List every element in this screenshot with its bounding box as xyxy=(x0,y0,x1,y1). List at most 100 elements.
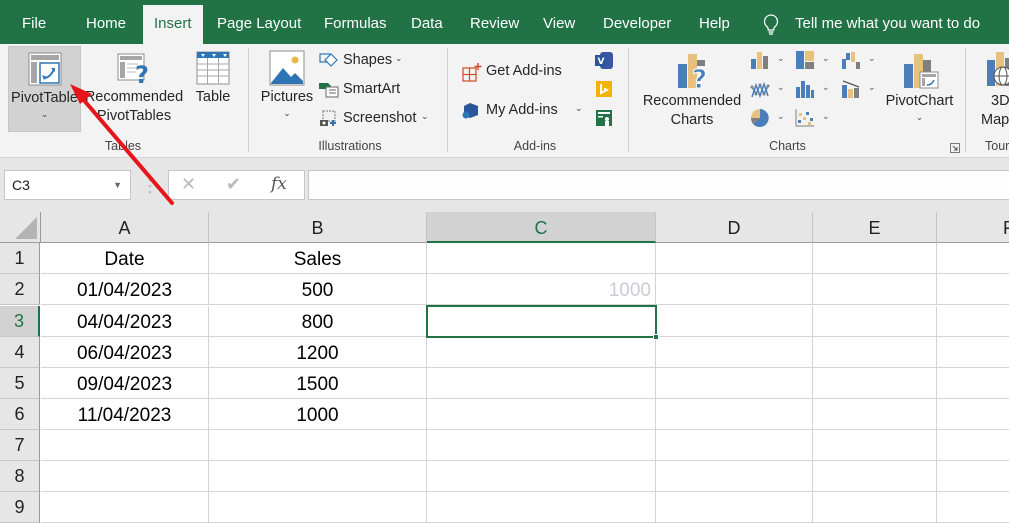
cell-c7[interactable] xyxy=(427,430,656,461)
cell-e2[interactable] xyxy=(813,274,937,305)
table-button[interactable]: Table xyxy=(190,50,236,107)
column-header-a[interactable]: A xyxy=(41,212,209,243)
cell-f2[interactable] xyxy=(937,274,1009,305)
cell-d7[interactable] xyxy=(656,430,813,461)
cell-d6[interactable] xyxy=(656,399,813,430)
statistic-chart-button[interactable]: ⌄ xyxy=(795,79,835,101)
name-box[interactable]: C3 ▼ xyxy=(4,170,131,200)
cell-d8[interactable] xyxy=(656,461,813,492)
cell-b9[interactable] xyxy=(209,492,427,523)
cell-c8[interactable] xyxy=(427,461,656,492)
cell-f5[interactable] xyxy=(937,368,1009,399)
row-header-6[interactable]: 6 xyxy=(0,399,40,430)
column-header-d[interactable]: D xyxy=(656,212,813,243)
tab-data[interactable]: Data xyxy=(401,5,453,44)
cell-f8[interactable] xyxy=(937,461,1009,492)
pivottable-button[interactable]: PivotTable ⌄ xyxy=(8,46,81,132)
column-header-b[interactable]: B xyxy=(209,212,427,243)
cell-f4[interactable] xyxy=(937,337,1009,368)
row-header-1[interactable]: 1 xyxy=(0,243,40,274)
cell-e1[interactable] xyxy=(813,243,937,274)
cell-f6[interactable] xyxy=(937,399,1009,430)
row-header-2[interactable]: 2 xyxy=(0,274,40,305)
cell-a6[interactable]: 11/04/2023 xyxy=(41,399,209,430)
cell-e7[interactable] xyxy=(813,430,937,461)
cell-d1[interactable] xyxy=(656,243,813,274)
cell-f7[interactable] xyxy=(937,430,1009,461)
cell-c9[interactable] xyxy=(427,492,656,523)
cell-b3[interactable]: 800 xyxy=(209,306,427,337)
drag-handle-icon[interactable] xyxy=(148,178,152,194)
cell-d3[interactable] xyxy=(656,306,813,337)
recommended-pivottables-button[interactable]: ? Recommended PivotTables xyxy=(84,50,184,126)
cell-e5[interactable] xyxy=(813,368,937,399)
dialog-launcher-icon[interactable] xyxy=(950,143,960,153)
cell-a8[interactable] xyxy=(41,461,209,492)
cell-e9[interactable] xyxy=(813,492,937,523)
3d-maps-button[interactable]: 3D Maps xyxy=(975,50,1009,130)
tab-formulas[interactable]: Formulas xyxy=(314,5,397,44)
column-header-c[interactable]: C xyxy=(427,212,656,243)
cell-d5[interactable] xyxy=(656,368,813,399)
column-chart-button[interactable]: ⌄ xyxy=(750,50,790,72)
recommended-charts-button[interactable]: ? Recommended Charts xyxy=(640,50,744,130)
cell-e6[interactable] xyxy=(813,399,937,430)
cell-a7[interactable] xyxy=(41,430,209,461)
cell-a3[interactable]: 04/04/2023 xyxy=(41,306,209,337)
tab-home[interactable]: Home xyxy=(76,5,136,44)
bing-maps-icon[interactable] xyxy=(596,81,612,97)
cell-b2[interactable]: 500 xyxy=(209,274,427,305)
pivotchart-button[interactable]: PivotChart ⌄ xyxy=(882,50,957,123)
tab-file[interactable]: File xyxy=(12,5,56,44)
cell-c1[interactable] xyxy=(427,243,656,274)
cell-e4[interactable] xyxy=(813,337,937,368)
people-graph-icon[interactable] xyxy=(596,110,612,126)
column-header-e[interactable]: E xyxy=(813,212,937,243)
cell-a9[interactable] xyxy=(41,492,209,523)
cell-d9[interactable] xyxy=(656,492,813,523)
cell-c6[interactable] xyxy=(427,399,656,430)
row-header-8[interactable]: 8 xyxy=(0,461,40,492)
cell-f9[interactable] xyxy=(937,492,1009,523)
cell-b7[interactable] xyxy=(209,430,427,461)
cell-f3[interactable] xyxy=(937,306,1009,337)
combo-chart-button[interactable]: ⌄ xyxy=(841,79,881,101)
cell-e3[interactable] xyxy=(813,306,937,337)
cell-a1[interactable]: Date xyxy=(41,243,209,274)
cell-b4[interactable]: 1200 xyxy=(209,337,427,368)
visio-icon[interactable]: V xyxy=(595,52,613,70)
tab-developer[interactable]: Developer xyxy=(593,5,681,44)
pictures-button[interactable]: Pictures ⌄ xyxy=(258,50,316,119)
insert-function-icon[interactable]: fx xyxy=(271,174,287,194)
enter-icon[interactable]: ✔ xyxy=(226,174,241,195)
row-header-4[interactable]: 4 xyxy=(0,337,40,368)
cell-a4[interactable]: 06/04/2023 xyxy=(41,337,209,368)
tab-review[interactable]: Review xyxy=(460,5,529,44)
cancel-icon[interactable]: ✕ xyxy=(181,174,196,195)
cell-a5[interactable]: 09/04/2023 xyxy=(41,368,209,399)
tab-help[interactable]: Help xyxy=(689,5,740,44)
cell-b6[interactable]: 1000 xyxy=(209,399,427,430)
select-all-button[interactable] xyxy=(0,212,41,243)
row-header-7[interactable]: 7 xyxy=(0,430,40,461)
cell-c4[interactable] xyxy=(427,337,656,368)
row-header-5[interactable]: 5 xyxy=(0,368,40,399)
tab-insert[interactable]: Insert xyxy=(143,5,203,44)
column-header-f[interactable]: F xyxy=(937,212,1009,243)
cell-b8[interactable] xyxy=(209,461,427,492)
cell-b5[interactable]: 1500 xyxy=(209,368,427,399)
cell-b1[interactable]: Sales xyxy=(209,243,427,274)
formula-input[interactable] xyxy=(308,170,1009,200)
cell-c3[interactable] xyxy=(427,306,656,337)
row-header-3[interactable]: 3 xyxy=(0,306,40,337)
cell-e8[interactable] xyxy=(813,461,937,492)
hierarchy-chart-button[interactable]: ⌄ xyxy=(795,50,835,72)
waterfall-chart-button[interactable]: ⌄ xyxy=(841,50,881,72)
cell-d4[interactable] xyxy=(656,337,813,368)
row-header-9[interactable]: 9 xyxy=(0,492,40,523)
tab-page-layout[interactable]: Page Layout xyxy=(207,5,311,44)
cell-d2[interactable] xyxy=(656,274,813,305)
cell-a2[interactable]: 01/04/2023 xyxy=(41,274,209,305)
pie-chart-button[interactable]: ⌄ xyxy=(750,108,790,130)
cell-f1[interactable] xyxy=(937,243,1009,274)
